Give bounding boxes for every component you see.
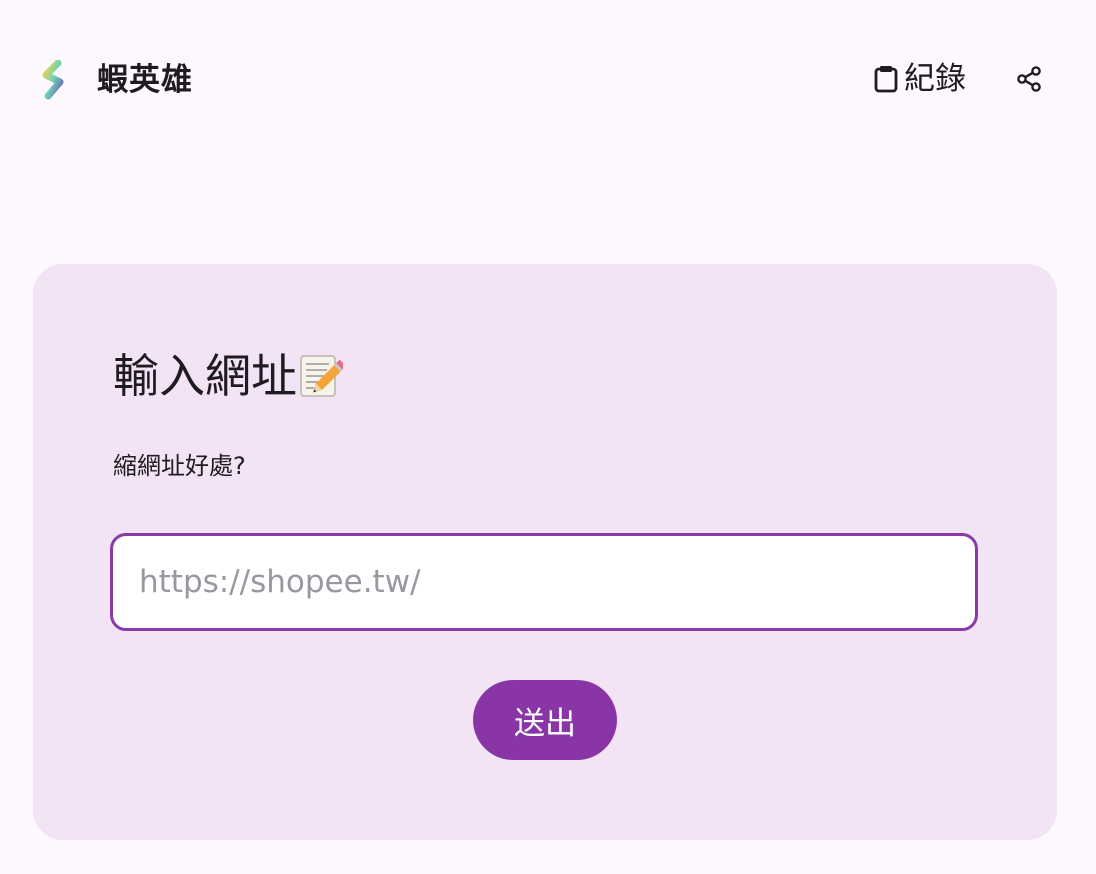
share-button[interactable] — [1010, 60, 1048, 98]
shorten-url-card: 輸入網址 縮網址好處? 送出 — [33, 264, 1057, 840]
app-title: 蝦英雄 — [97, 62, 193, 98]
card-subtitle: 縮網址好處? — [113, 452, 246, 480]
card-title: 輸入網址 — [113, 346, 347, 406]
history-button[interactable]: 紀錄 — [872, 56, 966, 102]
memo-icon — [299, 352, 347, 400]
card-title-text: 輸入網址 — [113, 349, 297, 403]
app-header: 蝦英雄 紀錄 — [0, 0, 1096, 160]
clipboard-icon — [874, 66, 898, 93]
url-input[interactable] — [110, 533, 978, 631]
share-icon — [1017, 66, 1041, 92]
history-label: 紀錄 — [904, 61, 966, 97]
app-logo[interactable] — [38, 59, 70, 100]
s-bolt-logo-icon — [42, 59, 64, 100]
submit-button[interactable]: 送出 — [473, 680, 617, 760]
